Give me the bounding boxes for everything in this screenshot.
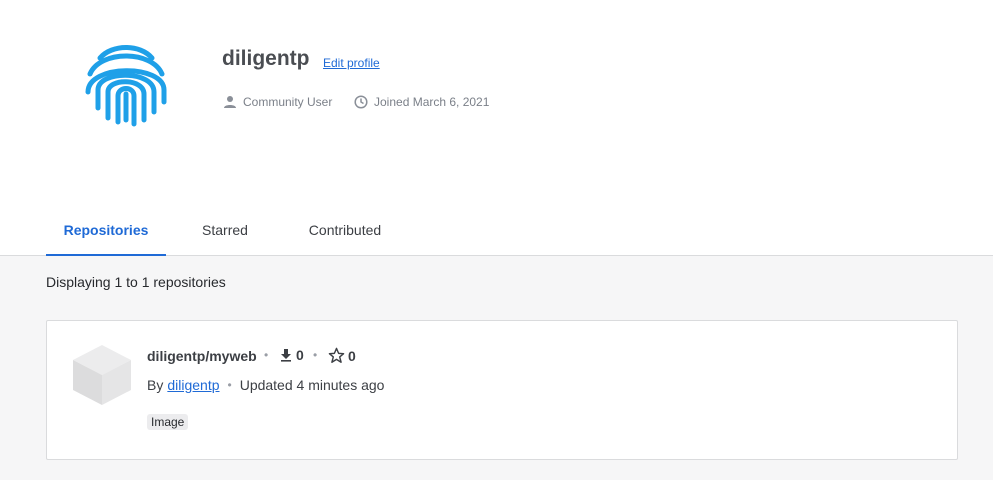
repo-name[interactable]: diligentp/myweb xyxy=(147,348,257,364)
person-icon xyxy=(224,96,236,108)
tab-repositories[interactable]: Repositories xyxy=(46,210,166,256)
tab-contributed[interactable]: Contributed xyxy=(300,210,390,256)
role-text: Community User xyxy=(243,95,333,109)
by-label: By xyxy=(147,377,164,393)
author-link[interactable]: diligentp xyxy=(167,377,219,393)
joined-text: Joined March 6, 2021 xyxy=(374,95,490,109)
type-badge: Image xyxy=(147,414,189,430)
separator-dot: • xyxy=(264,348,269,362)
star-count-value: 0 xyxy=(348,347,356,364)
repositories-panel: Displaying 1 to 1 repositories diligentp… xyxy=(0,256,993,480)
repo-byline: By diligentp • Updated 4 minutes ago xyxy=(147,377,384,393)
join-date: Joined March 6, 2021 xyxy=(354,95,489,109)
edit-profile-link[interactable]: Edit profile xyxy=(323,56,380,70)
clock-icon xyxy=(354,95,368,109)
cube-icon xyxy=(71,343,133,407)
profile-tabs: Repositories Starred Contributed xyxy=(0,210,993,256)
repo-card[interactable]: diligentp/myweb • 0 • 0 By diligentp • U… xyxy=(46,320,958,460)
username: diligentp xyxy=(222,47,310,70)
pull-count: 0 xyxy=(279,347,304,363)
separator-dot: • xyxy=(313,348,318,362)
updated-text: Updated 4 minutes ago xyxy=(239,377,385,393)
star-icon xyxy=(328,347,345,363)
profile-header: diligentp Edit profile Community User Jo… xyxy=(0,0,993,210)
separator-dot: • xyxy=(227,378,232,392)
tab-starred[interactable]: Starred xyxy=(185,210,265,256)
download-icon xyxy=(281,349,291,362)
fingerprint-avatar-icon xyxy=(78,40,174,128)
results-count: Displaying 1 to 1 repositories xyxy=(46,274,226,290)
user-role: Community User xyxy=(223,95,332,109)
pull-count-value: 0 xyxy=(296,347,304,363)
star-count: 0 xyxy=(328,347,356,364)
